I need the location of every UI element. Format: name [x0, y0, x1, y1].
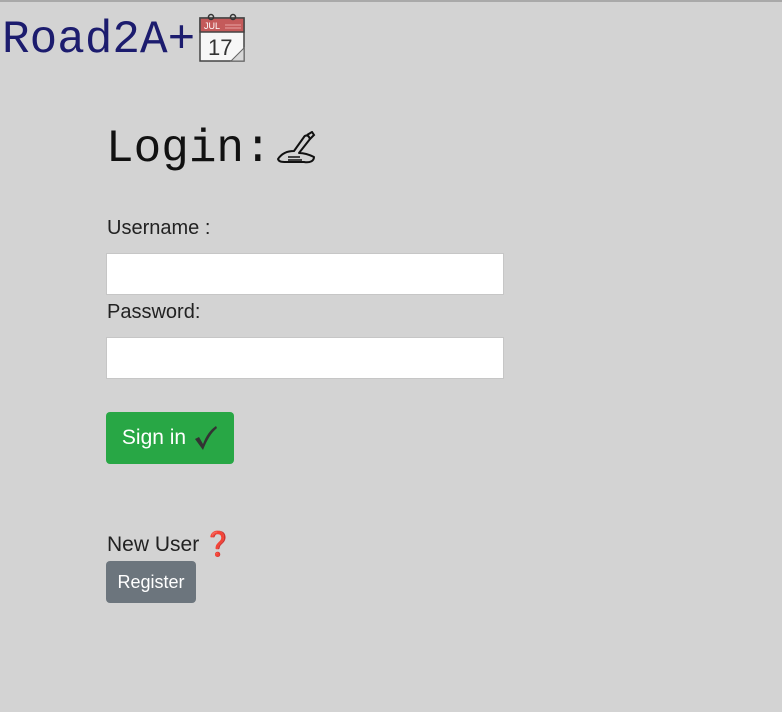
question-mark-icon: ❓ — [203, 530, 234, 558]
check-mark-icon — [192, 425, 218, 451]
login-heading: Login: — [106, 126, 318, 172]
password-label: Password: — [107, 301, 201, 323]
brand-header: Road2A+ JUL 17 — [2, 12, 245, 68]
username-input[interactable] — [106, 253, 504, 295]
page-title: Login: — [106, 123, 272, 175]
username-label: Username : — [107, 217, 211, 239]
password-input[interactable] — [106, 337, 504, 379]
brand-title: Road2A+ — [2, 14, 196, 66]
sign-in-button[interactable]: Sign in — [106, 412, 234, 464]
writing-hand-icon — [274, 130, 318, 167]
register-button[interactable]: Register — [106, 561, 196, 603]
sign-in-label: Sign in — [121, 426, 187, 449]
calendar-day: 17 — [208, 35, 232, 60]
new-user-prompt: New User ❓ — [107, 532, 233, 556]
login-page: Road2A+ JUL 17 Login: Username: Passwor… — [0, 0, 782, 712]
calendar-month: JUL — [204, 21, 220, 31]
calendar-icon: JUL 17 — [199, 12, 245, 62]
new-user-label: New User — [107, 532, 200, 556]
